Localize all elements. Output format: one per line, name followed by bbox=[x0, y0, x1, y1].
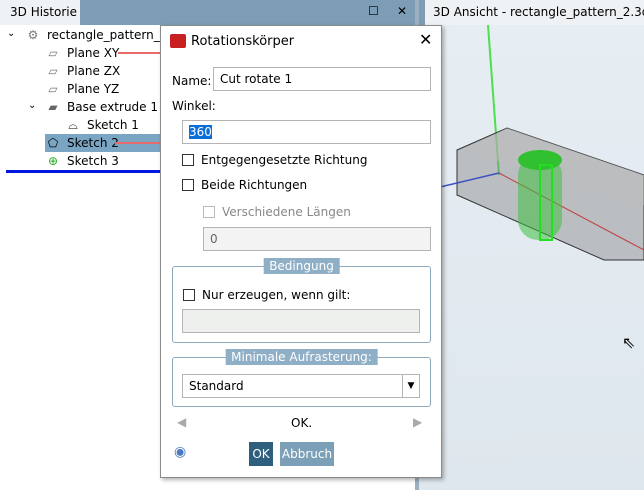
plane-icon: ▱ bbox=[48, 46, 58, 60]
tree-label: Plane ZX bbox=[67, 64, 121, 78]
close-icon[interactable]: ✕ bbox=[419, 30, 432, 49]
extrude-icon: ▰ bbox=[48, 100, 58, 114]
ok-button[interactable]: OK bbox=[249, 442, 273, 466]
status-text: OK. bbox=[291, 416, 313, 430]
angle-input[interactable]: 360 bbox=[182, 120, 431, 144]
tree-item-plane-yz[interactable]: ▱ Plane YZ bbox=[45, 80, 119, 98]
chevron-down-icon[interactable]: ⌄ bbox=[7, 28, 15, 39]
dropdown-arrow-icon[interactable]: ▼ bbox=[402, 375, 419, 397]
tree-item-plane-xy[interactable]: ▱ Plane XY bbox=[45, 44, 119, 62]
insert-marker bbox=[6, 170, 160, 173]
tree-label: Sketch 3 bbox=[67, 154, 119, 168]
arrow-annotation bbox=[115, 142, 160, 144]
name-input[interactable]: Cut rotate 1 bbox=[213, 67, 431, 91]
checkbox-label: Verschiedene Längen bbox=[222, 205, 351, 219]
different-lengths-checkbox[interactable]: Verschiedene Längen bbox=[203, 205, 351, 219]
rotation-dialog: Rotationskörper ✕ Name: Cut rotate 1 Win… bbox=[160, 25, 442, 478]
maximize-icon[interactable]: ☐ bbox=[368, 4, 379, 18]
condition-group: Bedingung Nur erzeugen, wenn gilt: bbox=[172, 258, 431, 343]
condition-input[interactable] bbox=[182, 309, 420, 333]
condition-group-title: Bedingung bbox=[263, 258, 340, 274]
raster-value: Standard bbox=[189, 379, 244, 393]
both-directions-checkbox[interactable]: Beide Richtungen bbox=[182, 178, 307, 192]
plane-icon: ▱ bbox=[48, 64, 58, 78]
tree-label: Plane YZ bbox=[67, 82, 120, 96]
checkbox-label: Beide Richtungen bbox=[201, 178, 308, 192]
cancel-button[interactable]: Abbruch bbox=[280, 442, 334, 466]
mouse-cursor-icon: ⇖ bbox=[622, 333, 636, 352]
tree-item-plane-zx[interactable]: ▱ Plane ZX bbox=[45, 62, 120, 80]
tree-label: Sketch 1 bbox=[87, 118, 139, 132]
condition-checkbox[interactable]: Nur erzeugen, wenn gilt: bbox=[183, 288, 350, 302]
3d-viewport[interactable]: ⇖ bbox=[418, 24, 644, 490]
raster-select[interactable]: Standard ▼ bbox=[182, 374, 420, 398]
eye-icon[interactable]: ◉ bbox=[174, 444, 186, 460]
tree-label: rectangle_pattern_2 bbox=[47, 28, 168, 42]
tree-item-sketch-3[interactable]: ⊕ Sketch 3 bbox=[45, 152, 119, 170]
angle-value: 360 bbox=[189, 125, 212, 139]
close-panel-icon[interactable]: ✕ bbox=[397, 4, 407, 18]
tree-item-sketch-1[interactable]: ⌓ Sketch 1 bbox=[65, 116, 139, 134]
sketch-icon: ⬠ bbox=[47, 136, 59, 150]
tree-label: Plane XY bbox=[67, 46, 120, 60]
sketch-green-icon: ⊕ bbox=[47, 154, 59, 168]
tree-label: Sketch 2 bbox=[67, 136, 119, 150]
part-icon: ⚙ bbox=[27, 28, 39, 42]
3d-model bbox=[418, 24, 644, 261]
next-arrow-icon[interactable]: ▶ bbox=[413, 415, 422, 429]
previous-arrow-icon[interactable]: ◀ bbox=[177, 415, 186, 429]
chevron-down-icon[interactable]: ⌄ bbox=[28, 100, 36, 111]
angle-label: Winkel: bbox=[172, 99, 216, 113]
checkbox-label: Nur erzeugen, wenn gilt: bbox=[202, 288, 351, 302]
tree-item-root[interactable]: ⚙ rectangle_pattern_2 bbox=[25, 26, 168, 44]
arrow-annotation bbox=[118, 52, 160, 54]
app-icon bbox=[170, 34, 186, 48]
tree-label: Base extrude 1 bbox=[67, 100, 159, 114]
raster-group-title: Minimale Aufrasterung: bbox=[225, 349, 378, 365]
name-label: Name: bbox=[172, 74, 212, 88]
raster-group: Minimale Aufrasterung: Standard ▼ bbox=[172, 349, 431, 407]
sketch-icon: ⌓ bbox=[68, 118, 78, 132]
checkbox-label: Entgegengesetzte Richtung bbox=[201, 153, 368, 167]
opposite-direction-checkbox[interactable]: Entgegengesetzte Richtung bbox=[182, 153, 367, 167]
length-input[interactable]: 0 bbox=[203, 227, 431, 251]
dialog-title: Rotationskörper bbox=[191, 34, 295, 49]
tab-3d-history[interactable]: 3D Historie bbox=[0, 0, 80, 25]
tree-item-base-extrude[interactable]: ▰ Base extrude 1 bbox=[45, 98, 158, 116]
plane-icon: ▱ bbox=[48, 82, 58, 96]
tab-3d-view[interactable]: 3D Ansicht - rectangle_pattern_2.3db bbox=[425, 0, 644, 25]
